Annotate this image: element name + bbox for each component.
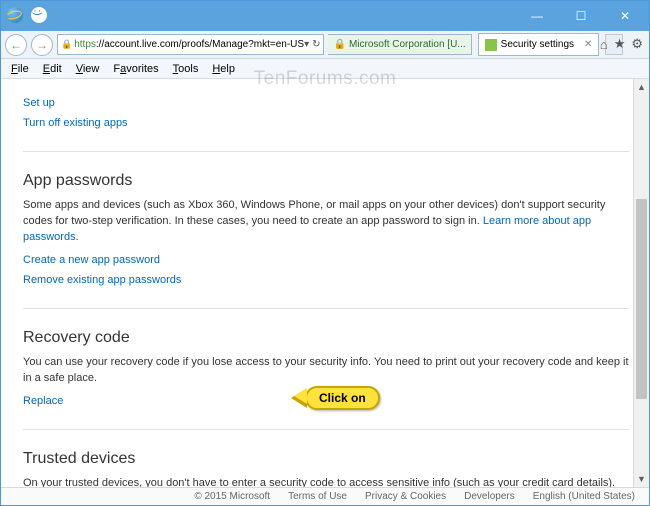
remove-app-passwords-link[interactable]: Remove existing app passwords: [23, 274, 181, 286]
callout-label: Click on: [305, 386, 380, 410]
scroll-up-icon[interactable]: ▲: [634, 79, 649, 95]
divider: [23, 308, 629, 309]
maximize-button[interactable]: ☐: [559, 2, 603, 30]
minimize-button[interactable]: —: [515, 2, 559, 30]
identity-label: Microsoft Corporation [U...: [349, 39, 466, 50]
scrollbar-thumb[interactable]: [636, 199, 647, 399]
scroll-down-icon[interactable]: ▼: [634, 471, 649, 487]
vertical-scrollbar[interactable]: ▲ ▼: [633, 79, 649, 487]
trusted-devices-heading: Trusted devices: [23, 450, 629, 468]
tools-gear-icon[interactable]: ⚙: [631, 36, 643, 52]
menu-file[interactable]: File: [5, 62, 35, 76]
setup-link[interactable]: Set up: [23, 97, 55, 109]
turn-off-apps-link[interactable]: Turn off existing apps: [23, 117, 128, 129]
site-identity[interactable]: 🔒 Microsoft Corporation [U...: [328, 34, 471, 55]
annotation-callout: Click on: [291, 386, 380, 410]
footer-developers-link[interactable]: Developers: [464, 491, 515, 502]
address-row: ← → 🔒 https://account.live.com/proofs/Ma…: [1, 31, 649, 59]
menu-favorites[interactable]: Favorites: [107, 62, 164, 76]
home-icon[interactable]: ⌂: [600, 37, 608, 52]
tab-close-icon[interactable]: ✕: [584, 39, 592, 50]
recovery-code-body: You can use your recovery code if you lo…: [23, 355, 629, 387]
trusted-devices-body: On your trusted devices, you don't have …: [23, 476, 629, 487]
divider: [23, 151, 629, 152]
menu-bar: File Edit View Favorites Tools Help: [1, 59, 649, 79]
nav-forward-button[interactable]: →: [31, 34, 53, 56]
create-app-password-link[interactable]: Create a new app password: [23, 254, 160, 266]
browser-tab[interactable]: Security settings ✕: [478, 33, 600, 56]
footer-copyright: © 2015 Microsoft: [194, 491, 270, 502]
app-passwords-heading: App passwords: [23, 172, 629, 190]
callout-arrow-icon: [291, 388, 307, 408]
footer-terms-link[interactable]: Terms of Use: [288, 491, 347, 502]
divider: [23, 429, 629, 430]
browser-toolbar-right: ⌂ ★ ⚙: [600, 33, 643, 55]
favorites-icon[interactable]: ★: [614, 36, 626, 52]
url-text: https://account.live.com/proofs/Manage?m…: [74, 39, 304, 50]
ie-icon: [7, 7, 23, 23]
menu-edit[interactable]: Edit: [37, 62, 68, 76]
window-titlebar: — ☐ ✕: [1, 1, 649, 31]
tab-favicon-icon: [485, 39, 497, 51]
replace-recovery-code-link[interactable]: Replace: [23, 395, 63, 407]
refresh-icon[interactable]: ↻: [312, 39, 320, 50]
url-dropdown-icon[interactable]: ▾: [304, 39, 309, 50]
app-passwords-body: Some apps and devices (such as Xbox 360,…: [23, 198, 629, 246]
identity-lock-icon: 🔒: [333, 39, 345, 50]
footer-language-link[interactable]: English (United States): [533, 491, 635, 502]
menu-view[interactable]: View: [70, 62, 106, 76]
page-content: Set up Turn off existing apps App passwo…: [1, 79, 649, 487]
menu-tools[interactable]: Tools: [167, 62, 205, 76]
close-window-button[interactable]: ✕: [603, 2, 647, 30]
lock-icon: 🔒: [61, 39, 72, 50]
menu-help[interactable]: Help: [206, 62, 241, 76]
truncated-prev-section: [23, 81, 629, 89]
page-footer: © 2015 Microsoft Terms of Use Privacy & …: [1, 487, 649, 505]
tab-title: Security settings: [501, 39, 574, 50]
footer-privacy-link[interactable]: Privacy & Cookies: [365, 491, 446, 502]
recovery-code-heading: Recovery code: [23, 329, 629, 347]
address-bar[interactable]: 🔒 https://account.live.com/proofs/Manage…: [57, 34, 324, 55]
nav-back-button[interactable]: ←: [5, 34, 27, 56]
feedback-icon[interactable]: [31, 7, 47, 23]
titlebar-app-icons: [7, 7, 47, 23]
